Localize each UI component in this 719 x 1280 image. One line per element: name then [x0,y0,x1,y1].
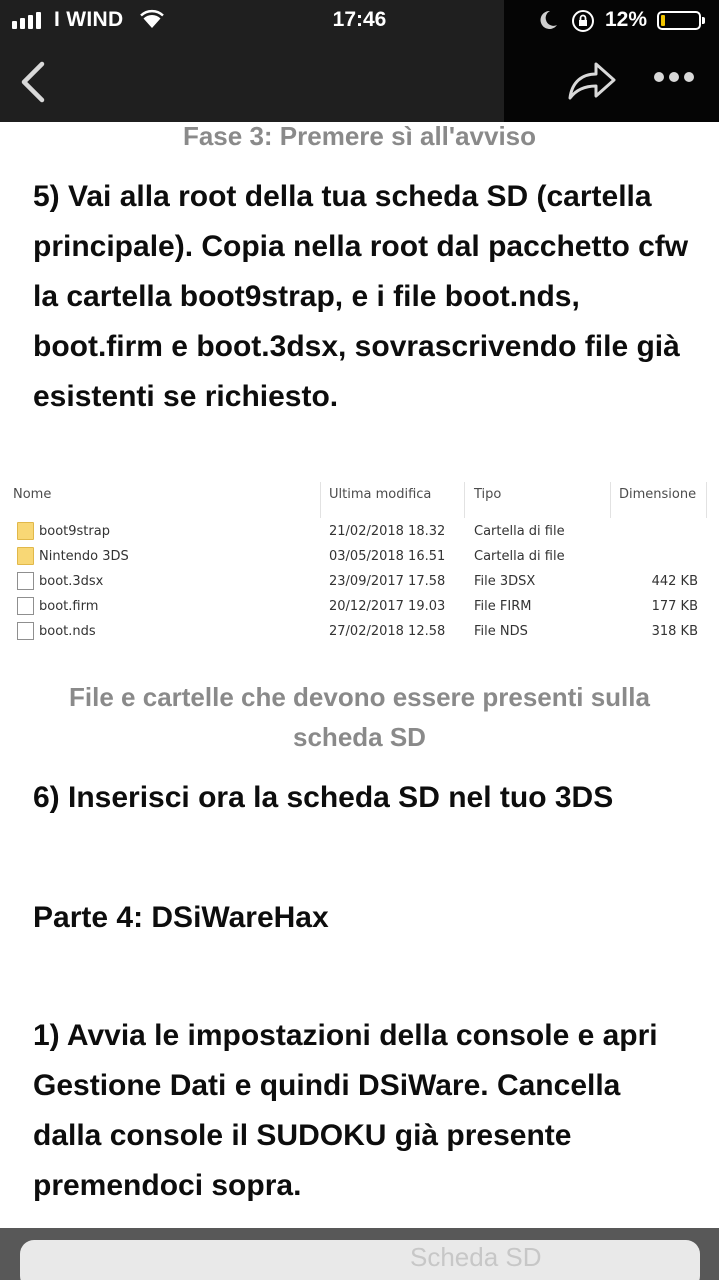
top-bar: I WIND 17:46 12% [0,0,719,122]
file-modified: 21/02/2018 18.32 [329,524,446,539]
step-5-text: 5) Vai alla root della tua scheda SD (ca… [33,180,689,413]
file-name: boot.3dsx [39,574,104,589]
preview-card [20,1240,700,1280]
file-icon [17,572,34,590]
column-header-modified: Ultima modifica [329,487,432,502]
file-type: File FIRM [474,599,532,614]
do-not-disturb-icon [538,9,558,36]
battery-icon [657,11,705,30]
folder-icon [17,522,34,540]
file-name: Nintendo 3DS [39,549,129,564]
step-1-text: 1) Avvia le impostazioni della console e… [33,1019,658,1202]
battery-percentage: 12% [605,8,648,31]
file-size: 177 KB [651,599,698,614]
file-name: boot9strap [39,524,110,539]
column-header-type: Tipo [474,487,502,502]
file-type: File NDS [474,624,528,639]
share-icon[interactable] [566,58,618,104]
file-modified: 27/02/2018 12.58 [329,624,446,639]
folder-icon [17,547,34,565]
preview-text: Scheda SD [410,1242,542,1272]
file-row: boot.firm 20/12/2017 19.03 File FIRM 177… [0,595,719,620]
file-size: 318 KB [651,624,698,639]
file-name: boot.nds [39,624,96,639]
file-row: boot9strap 21/02/2018 18.32 Cartella di … [0,520,719,545]
status-bar: I WIND 17:46 12% [0,0,719,40]
file-modified: 03/05/2018 16.51 [329,549,446,564]
file-icon [17,622,34,640]
file-type: Cartella di file [474,524,565,539]
column-header-name: Nome [13,487,52,502]
more-horizontal-icon[interactable] [654,72,694,82]
file-modified: 20/12/2017 19.03 [329,599,446,614]
next-image-preview: Scheda SD [0,1228,719,1280]
file-row: Nintendo 3DS 03/05/2018 16.51 Cartella d… [0,545,719,570]
battery-level [661,15,665,26]
file-size: 442 KB [651,574,698,589]
file-explorer-screenshot: Nome Ultima modifica Tipo Dimensione boo… [0,478,719,648]
chevron-left-icon[interactable] [16,58,50,106]
file-icon [17,597,34,615]
file-type: Cartella di file [474,549,565,564]
column-header-size: Dimensione [619,487,697,502]
rotation-lock-icon [570,8,596,39]
section-heading: Parte 4: DSiWareHax [33,901,329,934]
step-6-text: 6) Inserisci ora la scheda SD nel tuo 3D… [33,781,614,814]
file-type: File 3DSX [474,574,536,589]
file-row: boot.3dsx 23/09/2017 17.58 File 3DSX 442… [0,570,719,595]
file-modified: 23/09/2017 17.58 [329,574,446,589]
image-caption: File e cartelle che devono essere presen… [69,682,650,752]
file-name: boot.firm [39,599,99,614]
image-caption: Fase 3: Premere sì all'avviso [182,121,537,151]
file-row: boot.nds 27/02/2018 12.58 File NDS 318 K… [0,620,719,645]
